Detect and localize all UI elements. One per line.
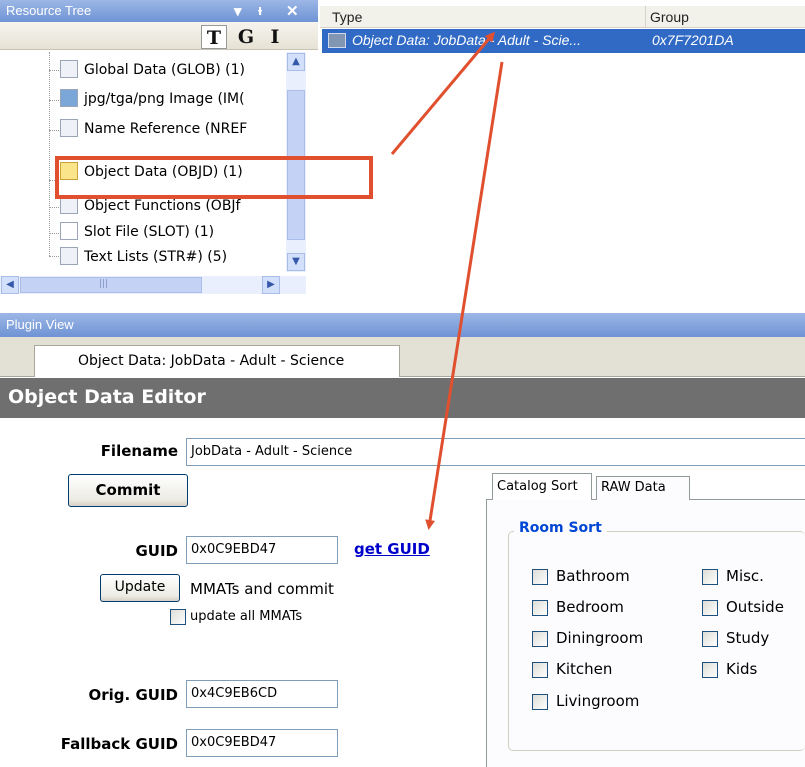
arrow-to-guid: [425, 61, 504, 530]
annotation-arrows: [390, 31, 504, 530]
arrow-to-list-row: [390, 31, 495, 155]
